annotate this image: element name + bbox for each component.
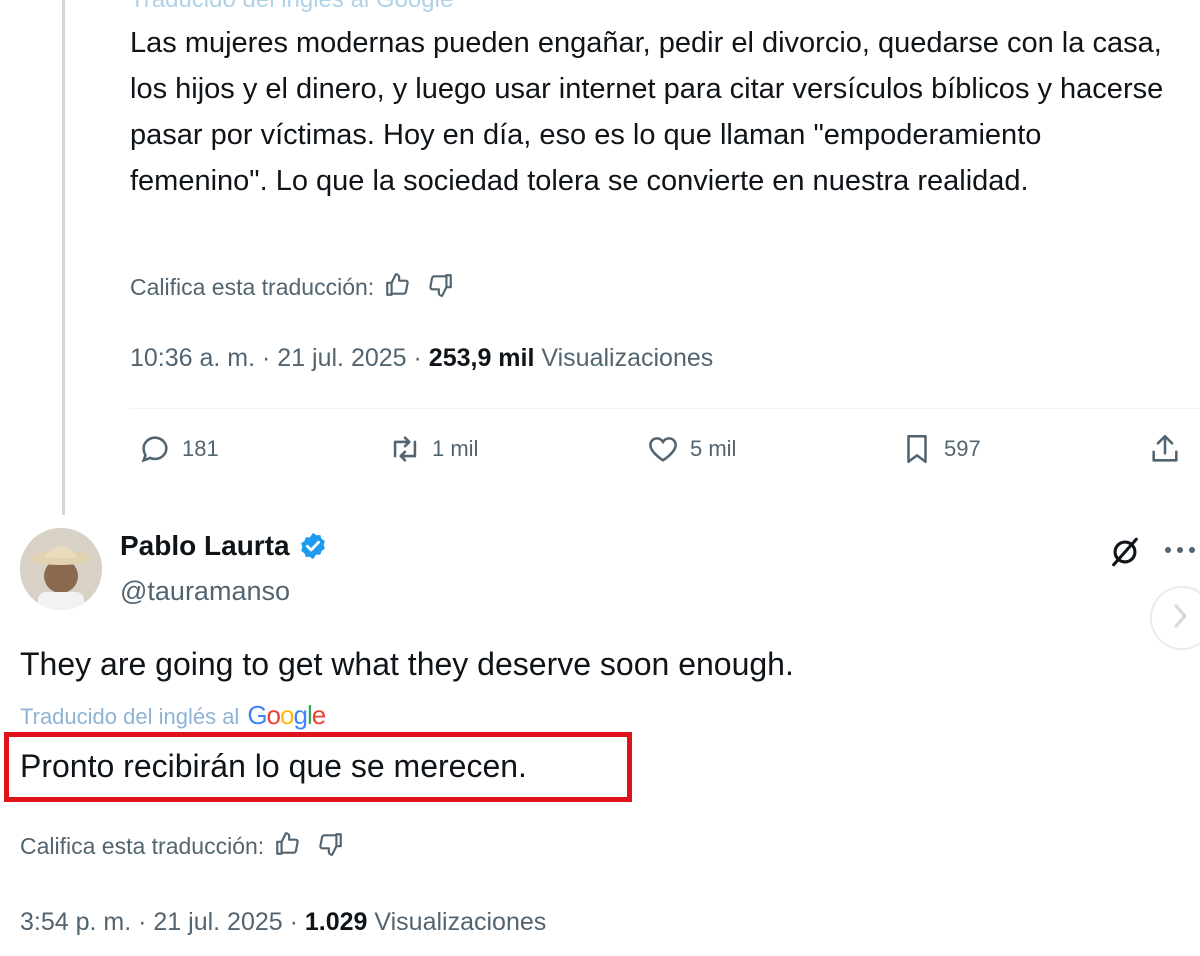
translated-from-label[interactable]: Traducido del inglés al xyxy=(20,704,239,730)
bookmark-count: 597 xyxy=(944,436,981,461)
share-button[interactable] xyxy=(1148,432,1192,466)
verified-icon xyxy=(300,532,325,560)
like-icon xyxy=(649,437,677,462)
thumbs-down-icon[interactable] xyxy=(318,831,348,861)
quoted-views-count: 253,9 mil xyxy=(428,344,535,372)
thumbs-up-icon[interactable] xyxy=(274,831,304,861)
bookmark-icon xyxy=(907,434,927,464)
reply-post-meta: 3:54 p. m. · 21 jul. 2025 · 1.029 Visual… xyxy=(20,908,546,937)
like-count: 5 mil xyxy=(690,436,737,461)
repost-count: 1 mil xyxy=(432,436,479,461)
quoted-timestamp[interactable]: 10:36 a. m. · 21 jul. 2025 · xyxy=(130,344,422,372)
like-button[interactable]: 5 mil xyxy=(646,432,736,466)
reply-rate-translation: Califica esta traducción: xyxy=(20,831,362,861)
divider xyxy=(130,408,1200,409)
reply-post-text: They are going to get what they deserve … xyxy=(20,646,794,682)
quoted-post-text: Las mujeres modernas pueden engañar, ped… xyxy=(130,27,1164,197)
reply-views-count: 1.029 xyxy=(304,908,368,936)
repost-icon xyxy=(393,436,417,462)
thread-line xyxy=(62,0,65,515)
chevron-right-icon xyxy=(1174,604,1187,628)
quoted-views-label: Visualizaciones xyxy=(541,344,714,372)
thumbs-up-icon[interactable] xyxy=(384,272,414,302)
quoted-rate-translation: Califica esta traducción: xyxy=(130,272,472,302)
thumbs-down-icon[interactable] xyxy=(428,272,458,302)
reply-count: 181 xyxy=(182,436,219,461)
author-name[interactable]: Pablo Laurta xyxy=(120,530,328,562)
rate-translation-label: Califica esta traducción: xyxy=(130,273,375,300)
more-icon[interactable] xyxy=(1160,535,1200,565)
quoted-header-cutoff: Traducido del inglés al Google xyxy=(130,0,453,14)
reply-views-label: Visualizaciones xyxy=(374,908,547,936)
reply-timestamp[interactable]: 3:54 p. m. · 21 jul. 2025 · xyxy=(20,908,298,936)
author-name-text[interactable]: Pablo Laurta xyxy=(120,530,290,562)
author-handle[interactable]: @tauramanso xyxy=(120,576,290,607)
avatar[interactable] xyxy=(20,528,102,610)
next-button[interactable] xyxy=(1150,586,1200,650)
translation-text: Pronto recibirán lo que se merecen. xyxy=(20,748,527,784)
reply-icon xyxy=(141,436,168,463)
repost-button[interactable]: 1 mil xyxy=(388,432,478,466)
quoted-post-actions: 181 1 mil 5 mil 597 xyxy=(138,432,1198,478)
bookmark-button[interactable]: 597 xyxy=(900,432,981,466)
rate-translation-label: Califica esta traducción: xyxy=(20,832,265,859)
grok-icon[interactable] xyxy=(1108,535,1142,569)
share-icon xyxy=(1152,434,1178,462)
reply-button[interactable]: 181 xyxy=(138,432,219,466)
google-logo: Google xyxy=(247,700,326,730)
translated-from[interactable]: Traducido del inglés al Google xyxy=(20,700,326,731)
quoted-post-meta: 10:36 a. m. · 21 jul. 2025 · 253,9 mil V… xyxy=(130,344,713,373)
